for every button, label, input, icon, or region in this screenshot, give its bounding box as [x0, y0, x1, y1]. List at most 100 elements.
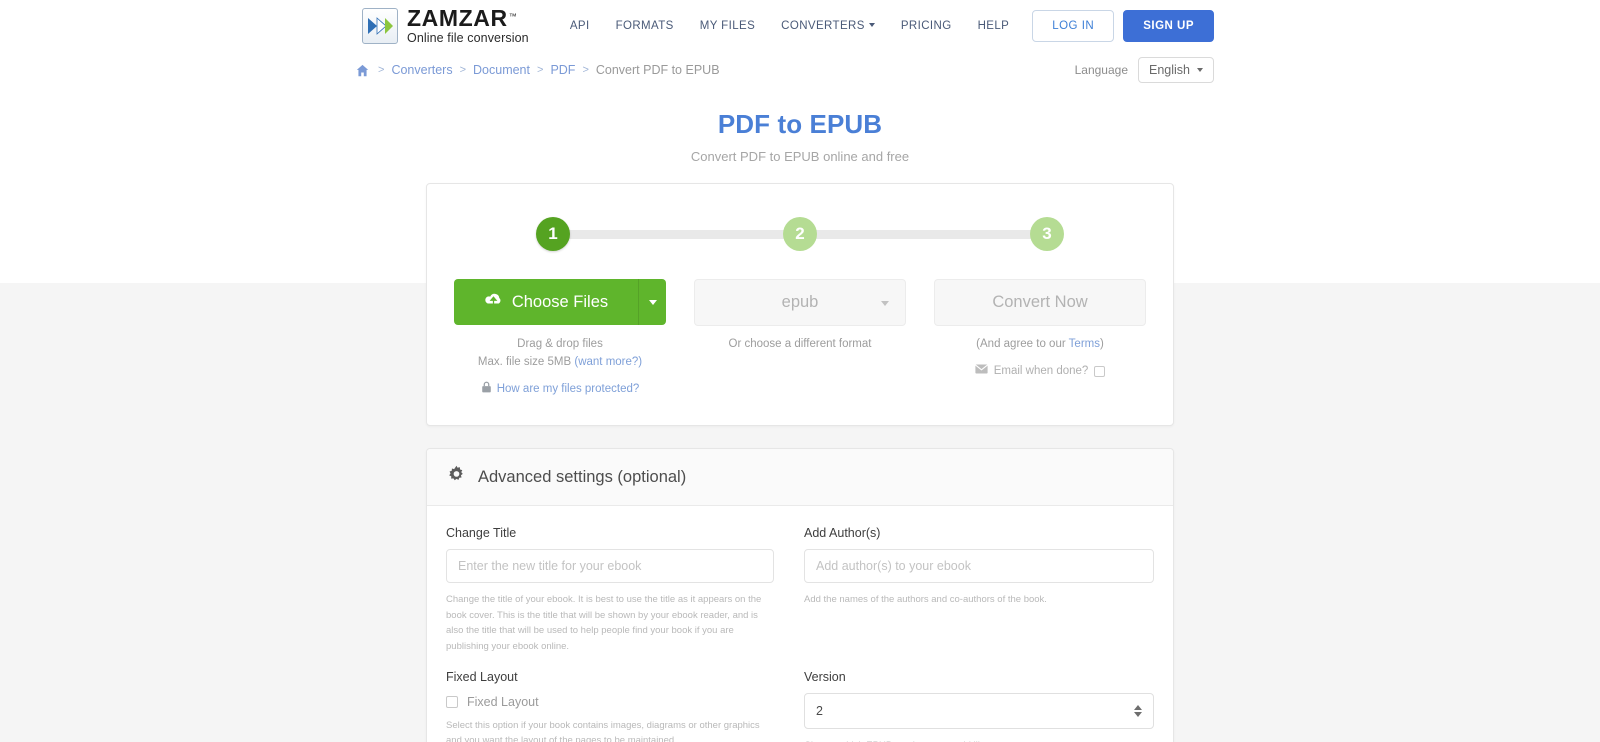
convert-column: Convert Now — [934, 279, 1146, 326]
converter-helper-row: Drag & drop files Max. file size 5MB (wa… — [454, 336, 1146, 399]
logo-wordmark: ZAMZAR — [407, 4, 508, 31]
nav-item-api[interactable]: API — [557, 14, 603, 38]
breadcrumb-item-pdf[interactable]: PDF — [550, 63, 575, 77]
page-title: PDF to EPUB — [717, 109, 883, 139]
page-subtitle: Convert PDF to EPUB online and free — [690, 149, 910, 164]
converter-actions: Choose Files epub Convert Now — [454, 279, 1146, 326]
login-button[interactable]: LOG IN — [1032, 9, 1115, 42]
breadcrumb-separator-1: > — [378, 64, 385, 76]
nav-item-help[interactable]: HELP — [965, 14, 1023, 38]
zamzar-logo-icon — [362, 7, 398, 44]
max-file-size-line: Max. file size 5MB (want more?) — [454, 354, 666, 372]
chevron-down-icon — [648, 299, 657, 305]
content-column: 1 2 3 Choose Files epub Convert Now Drag… — [426, 183, 1174, 742]
convert-now-button[interactable]: Convert Now — [934, 279, 1146, 326]
add-authors-field: Add Author(s) Add the names of the autho… — [800, 526, 1154, 654]
version-help: Choose which EPUB version you would like… — [804, 738, 1154, 742]
version-field: Version 2 Choose which EPUB version you … — [800, 670, 1154, 742]
choose-files-dropdown-button[interactable] — [638, 279, 666, 325]
breadcrumb-separator-2: > — [459, 64, 467, 76]
language-label: Language — [1074, 63, 1128, 77]
breadcrumb-separator-4: > — [582, 64, 589, 76]
advanced-settings-title: Advanced settings (optional) — [478, 467, 687, 486]
site-header: ZAMZAR™ Online file conversion API FORMA… — [0, 0, 1600, 52]
nav-item-converters-label: CONVERTERS — [781, 19, 865, 32]
main-navigation: API FORMATS MY FILES CONVERTERS PRICING … — [557, 9, 1214, 42]
choose-files-group: Choose Files — [454, 279, 666, 325]
site-logo[interactable]: ZAMZAR™ Online file conversion — [362, 4, 529, 45]
choose-files-column: Choose Files — [454, 279, 666, 326]
email-when-done-checkbox[interactable] — [1094, 366, 1106, 378]
step-1: 1 — [536, 217, 570, 251]
nav-item-pricing[interactable]: PRICING — [888, 14, 965, 38]
advanced-settings-body: Change Title Change the title of your eb… — [427, 506, 1173, 742]
max-file-size-text: Max. file size 5MB — [477, 355, 572, 368]
logo-tagline: Online file conversion — [407, 30, 529, 45]
fixed-layout-checkbox[interactable] — [446, 695, 458, 708]
page-root: ZAMZAR™ Online file conversion API FORMA… — [0, 0, 1600, 742]
drag-drop-text: Drag & drop files — [517, 338, 603, 350]
choose-files-helper: Drag & drop files Max. file size 5MB (wa… — [454, 336, 666, 399]
change-title-input[interactable] — [446, 549, 774, 584]
chevron-down-icon — [868, 23, 875, 28]
fixed-layout-checkbox-label[interactable]: Fixed Layout — [467, 695, 539, 709]
format-column: epub — [694, 279, 906, 326]
settings-row-1: Change Title Change the title of your eb… — [446, 526, 1154, 654]
cloud-upload-icon — [484, 292, 503, 312]
breadcrumb-item-document[interactable]: Document — [473, 63, 530, 77]
fixed-layout-label: Fixed Layout — [446, 669, 518, 684]
language-select[interactable]: English — [1138, 57, 1214, 83]
terms-suffix: ) — [1099, 338, 1104, 350]
fixed-layout-help: Select this option if your book contains… — [446, 719, 760, 742]
chevron-down-icon — [881, 300, 889, 306]
terms-prefix: (And agree to our — [976, 338, 1069, 350]
breadcrumb-bar: > Converters > Document > PDF > Convert … — [0, 52, 1600, 88]
nav-item-formats[interactable]: FORMATS — [603, 14, 687, 38]
files-protected-row: How are my files protected? — [454, 381, 666, 400]
want-more-link[interactable]: (want more?) — [574, 356, 642, 368]
hero-section: PDF to EPUB Convert PDF to EPUB online a… — [0, 109, 1600, 164]
terms-line: (And agree to our Terms) — [934, 336, 1146, 354]
step-2: 2 — [783, 217, 817, 251]
add-authors-input[interactable] — [804, 549, 1154, 584]
change-title-field: Change Title Change the title of your eb… — [446, 526, 800, 654]
breadcrumb-separator-3: > — [537, 64, 544, 76]
gear-icon — [447, 465, 466, 489]
chevron-down-icon — [1197, 68, 1203, 72]
settings-row-2: Fixed Layout Fixed Layout Select this op… — [446, 670, 1154, 742]
step-3: 3 — [1030, 217, 1064, 251]
fixed-layout-checkbox-row[interactable]: Fixed Layout — [446, 695, 774, 709]
add-authors-help: Add the names of the authors and co-auth… — [804, 594, 1047, 606]
breadcrumb-item-converters[interactable]: Converters — [391, 63, 452, 77]
change-title-label: Change Title — [446, 526, 517, 541]
output-format-value: epub — [781, 293, 819, 311]
language-selected-value: English — [1149, 63, 1190, 77]
advanced-settings-header[interactable]: Advanced settings (optional) — [427, 449, 1173, 507]
change-title-help: Change the title of your ebook. It is be… — [446, 594, 762, 652]
version-select[interactable]: 2 — [804, 692, 1154, 729]
lock-icon — [481, 381, 492, 400]
version-select-wrap: 2 — [804, 692, 1154, 729]
signup-button[interactable]: SIGN UP — [1123, 9, 1214, 42]
add-authors-label: Add Author(s) — [804, 526, 881, 541]
breadcrumb-item-current: Convert PDF to EPUB — [595, 63, 720, 77]
converter-card: 1 2 3 Choose Files epub Convert Now Drag… — [426, 183, 1174, 427]
version-label: Version — [804, 669, 846, 684]
output-format-select[interactable]: epub — [694, 279, 906, 326]
terms-link[interactable]: Terms — [1069, 338, 1100, 350]
nav-item-converters[interactable]: CONVERTERS — [768, 14, 888, 38]
choose-files-button[interactable]: Choose Files — [454, 279, 638, 325]
language-switcher: Language English — [1075, 57, 1214, 83]
step-indicator: 1 2 3 — [536, 214, 1064, 254]
nav-item-my-files[interactable]: MY FILES — [687, 14, 768, 38]
fixed-layout-field: Fixed Layout Fixed Layout Select this op… — [446, 670, 800, 742]
format-helper-text: Or choose a different format — [728, 338, 872, 350]
home-icon[interactable] — [356, 64, 369, 77]
email-when-done-label: Email when done? — [993, 364, 1089, 377]
files-protected-link[interactable]: How are my files protected? — [497, 381, 640, 399]
envelope-icon — [974, 363, 988, 381]
advanced-settings-card: Advanced settings (optional) Change Titl… — [426, 448, 1174, 742]
logo-trademark: ™ — [508, 12, 517, 22]
email-when-done-row: Email when done? — [934, 363, 1146, 381]
choose-files-label: Choose Files — [511, 292, 609, 311]
